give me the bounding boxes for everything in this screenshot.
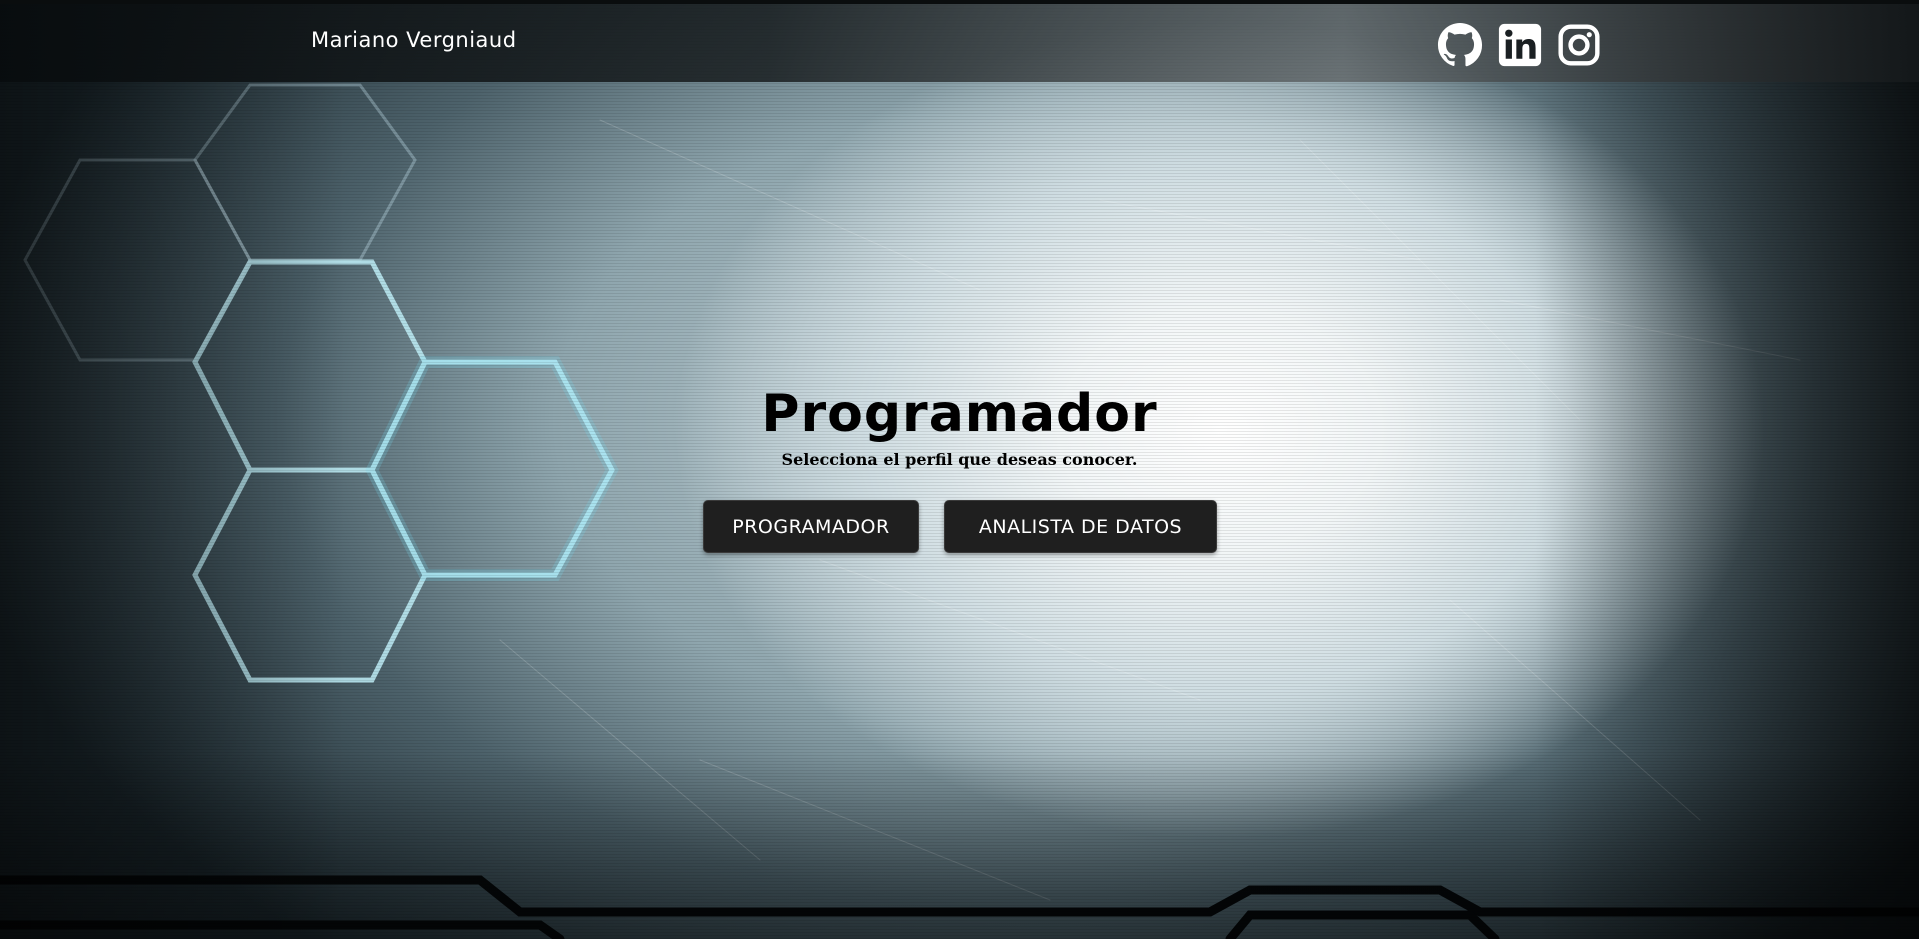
github-link[interactable] bbox=[1437, 22, 1483, 68]
github-icon bbox=[1437, 22, 1483, 67]
data-analyst-profile-button[interactable]: ANALISTA DE DATOS bbox=[944, 500, 1217, 553]
scanline-overlay bbox=[0, 0, 1919, 939]
linkedin-icon bbox=[1498, 23, 1542, 67]
brand-link[interactable]: Mariano Vergniaud bbox=[311, 28, 517, 52]
page: Mariano Vergniaud Programador Selecciona… bbox=[0, 0, 1919, 939]
background-decoration bbox=[0, 83, 1919, 939]
page-title: Programador bbox=[761, 384, 1158, 444]
programmer-profile-button[interactable]: PROGRAMADOR bbox=[703, 500, 919, 553]
page-subtitle: Selecciona el perfil que deseas conocer. bbox=[781, 450, 1138, 469]
navbar: Mariano Vergniaud bbox=[0, 0, 1919, 82]
vignette-overlay bbox=[0, 0, 1919, 939]
linkedin-link[interactable] bbox=[1497, 22, 1543, 68]
instagram-link[interactable] bbox=[1556, 22, 1602, 68]
instagram-icon bbox=[1558, 24, 1600, 66]
